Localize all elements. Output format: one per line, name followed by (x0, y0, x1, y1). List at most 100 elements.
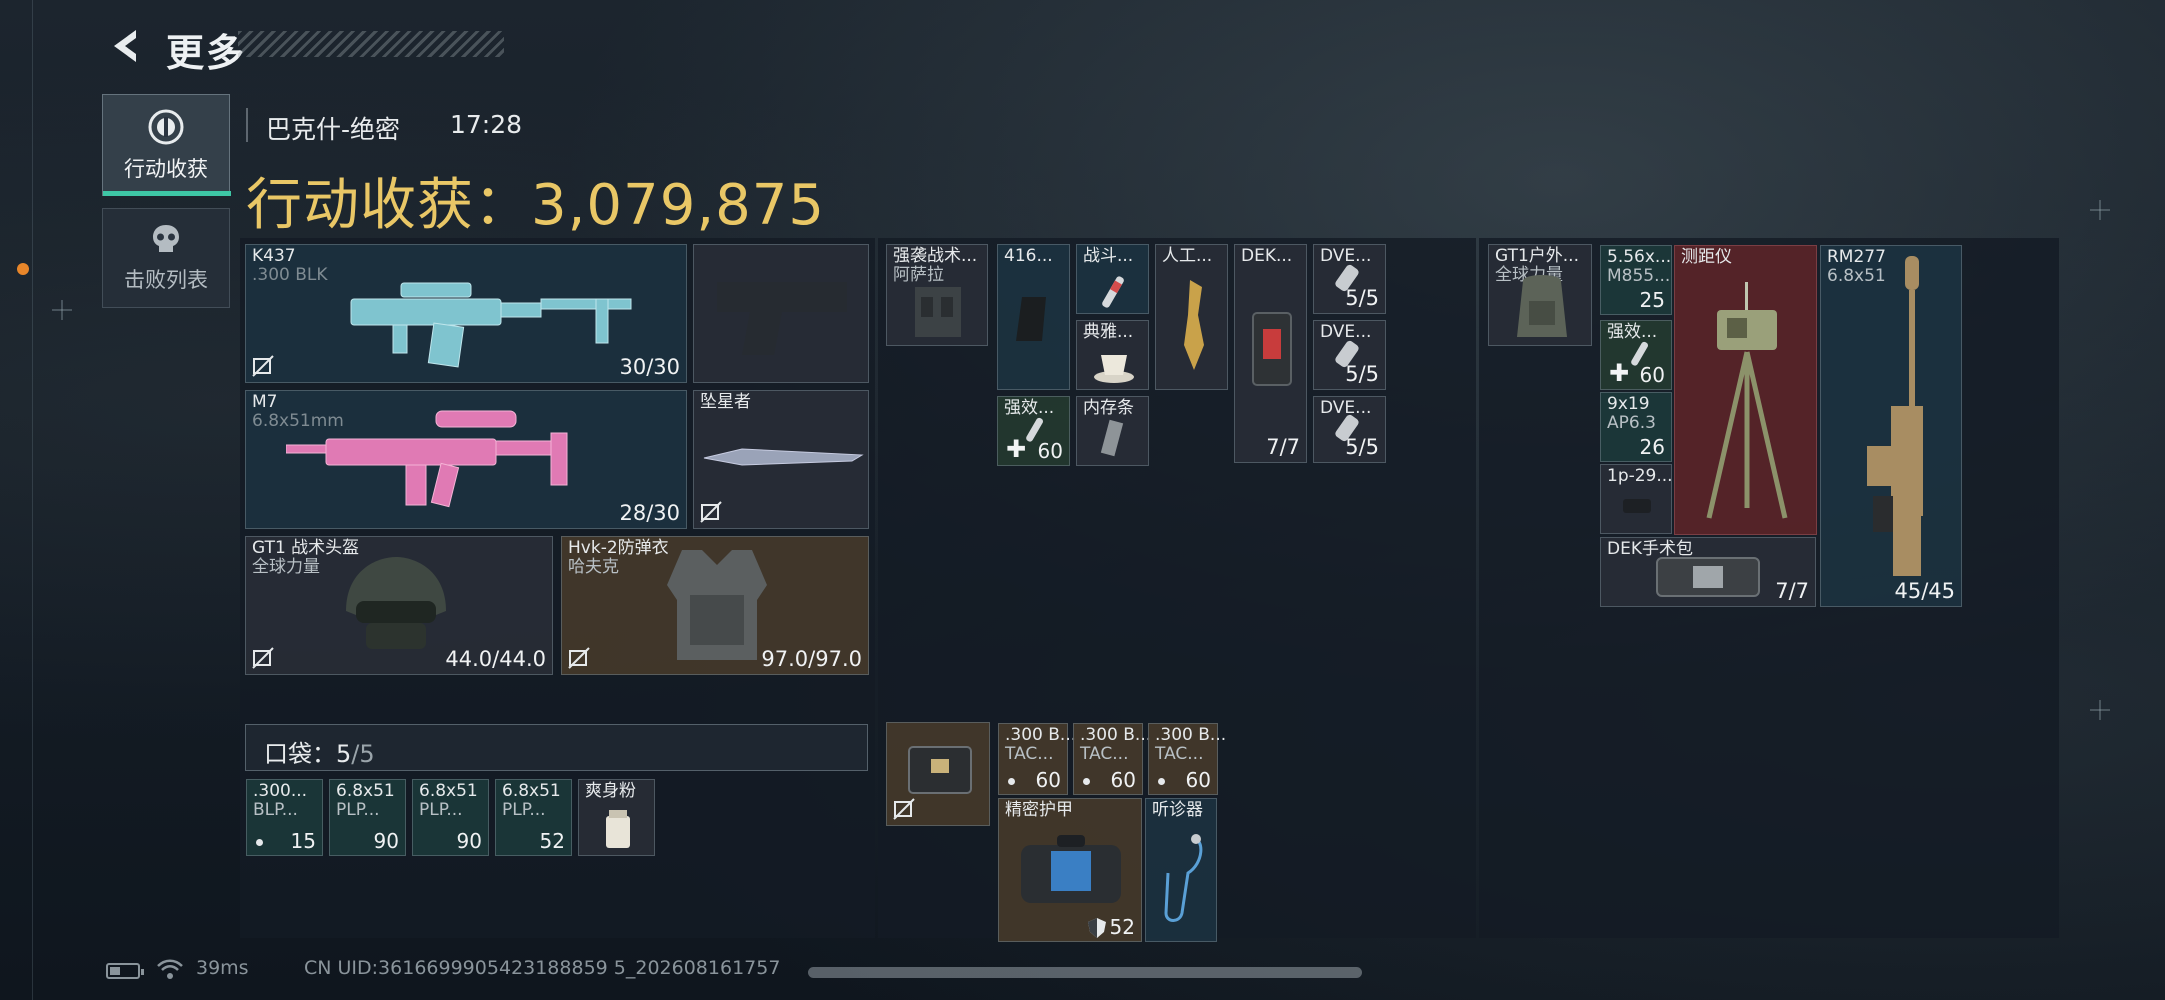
item-name: .300 B... (1005, 725, 1077, 745)
backpack-item[interactable]: 测距仪 (1674, 245, 1817, 535)
rig-item[interactable]: 416... (997, 244, 1070, 390)
pocket-item[interactable]: .300... BLP... 15 (246, 779, 323, 856)
durability: 97.0/97.0 (761, 647, 862, 671)
rig-item[interactable]: 人工... (1155, 244, 1228, 390)
injector-icon (1102, 276, 1124, 308)
rig-item[interactable]: 内存条 (1076, 396, 1149, 466)
tab-label: 击败列表 (124, 268, 208, 292)
pocket-item[interactable]: 爽身粉 (578, 779, 655, 856)
item-name: 精密护甲 (1005, 800, 1073, 820)
ammo-dot-icon (1008, 778, 1015, 785)
pocket-item[interactable]: 6.8x51 PLP... 90 (329, 779, 406, 856)
item-sub: M855... (1607, 266, 1671, 286)
melee-slot[interactable]: 坠星者 (693, 390, 869, 529)
item-count: 60 (1110, 768, 1136, 792)
target-icon (148, 109, 184, 145)
item-name: 战斗... (1083, 246, 1134, 266)
safebox-slot[interactable] (886, 722, 990, 826)
item-sub: PLP... (336, 800, 380, 820)
ammo-dot-icon (256, 839, 263, 846)
backpack-slot[interactable]: GT1户外... 全球力量 (1488, 244, 1592, 346)
safebox-icon (908, 746, 972, 794)
pistol-icon (717, 282, 847, 355)
vest-icon (667, 550, 767, 660)
item-name: M7 (252, 392, 278, 412)
back-button[interactable] (104, 24, 148, 68)
item-count: 15 (290, 829, 316, 853)
item-count: 60 (1185, 768, 1211, 792)
scope-icon (1623, 499, 1651, 513)
helmet-slot[interactable]: GT1 战术头盔 全球力量 44.0/44.0 (245, 536, 553, 675)
backpack-item[interactable]: 1p-29... (1600, 464, 1673, 534)
armor-slot[interactable]: Hvk-2防弹衣 哈夫克 97.0/97.0 (561, 536, 869, 675)
item-sub: BLP... (253, 800, 298, 820)
map-name: 巴克什-绝密 (266, 115, 401, 144)
item-count: 7/7 (1266, 435, 1300, 459)
teacup-icon (1094, 355, 1134, 383)
item-brand: 哈夫克 (568, 557, 619, 577)
safebox-item[interactable]: .300 B... TAC... 60 (998, 723, 1076, 795)
rig-item[interactable]: DEK... 7/7 (1234, 244, 1307, 463)
no-insure-icon (252, 647, 274, 669)
pocket-used: 5 (336, 740, 352, 768)
safebox-item[interactable]: 精密护甲 52 (998, 798, 1142, 942)
grip-icon (1016, 297, 1046, 341)
backpack-item[interactable]: 强效... ✚ 60 (1600, 320, 1672, 390)
crosshair-deco (52, 300, 72, 320)
backpack-item[interactable]: DEK手术包 7/7 (1600, 537, 1816, 607)
weapon-slot-primary[interactable]: K437 .300 BLK 30/30 (245, 244, 687, 383)
chevron-left-icon (114, 30, 136, 62)
rig-item[interactable]: 强效... ✚ 60 (997, 396, 1070, 466)
item-count: 7/7 (1775, 579, 1809, 603)
artifact-icon (1184, 280, 1204, 370)
tab-kill-list[interactable]: 击败列表 (102, 208, 230, 308)
item-count: 60 (1639, 363, 1665, 387)
item-sub: TAC... (1080, 744, 1129, 764)
pocket-item[interactable]: 6.8x51 PLP... 90 (412, 779, 489, 856)
backpack-item[interactable]: 9x19 AP6.3 26 (1600, 392, 1672, 462)
item-name: 强袭战术... (893, 246, 978, 266)
rig-item[interactable]: DVE... 5/5 (1313, 244, 1386, 314)
tab-haul[interactable]: 行动收获 (102, 94, 231, 196)
item-name: .300 B... (1155, 725, 1227, 745)
item-name: 典雅... (1083, 322, 1134, 342)
medical-plus-icon: ✚ (1609, 359, 1630, 387)
safebox-item[interactable]: .300 B... TAC... 60 (1148, 723, 1226, 795)
chest-rig-icon (915, 287, 961, 337)
item-count: 52 (539, 829, 565, 853)
item-sub: .300 BLK (252, 265, 328, 285)
weapon-slot-sidearm[interactable] (693, 244, 869, 383)
item-sub: TAC... (1155, 744, 1204, 764)
pocket-item[interactable]: 6.8x51 PLP... 52 (495, 779, 572, 856)
item-name: K437 (252, 246, 296, 266)
page-title: 更多 (166, 31, 247, 75)
ammo-dot-icon (1083, 778, 1090, 785)
rifle-icon (286, 410, 568, 508)
rig-item[interactable]: 典雅... (1076, 320, 1149, 390)
durability: 44.0/44.0 (445, 647, 546, 671)
item-count: 60 (1035, 768, 1061, 792)
item-count: 26 (1639, 435, 1665, 459)
safebox-item[interactable]: 听诊器 (1145, 798, 1217, 942)
item-name: 内存条 (1083, 398, 1134, 418)
backpack-item[interactable]: 5.56x... M855... 25 (1600, 245, 1672, 315)
item-count: 5/5 (1345, 362, 1379, 386)
weapon-slot-secondary[interactable]: M7 6.8x51mm 28/30 (245, 390, 687, 529)
item-count: 52 (1109, 915, 1135, 939)
rig-item[interactable]: 战斗... (1076, 244, 1149, 314)
safebox-item[interactable]: .300 B... TAC... 60 (1073, 723, 1151, 795)
item-count: 60 (1037, 439, 1063, 463)
backpack-item[interactable]: RM277 6.8x51 45/45 (1820, 245, 1962, 607)
rig-slot[interactable]: 强袭战术... 阿萨拉 (886, 244, 988, 346)
rig-item[interactable]: DVE... 5/5 (1313, 320, 1386, 390)
item-name: 5.56x... (1607, 247, 1672, 267)
item-sub: AP6.3 (1607, 413, 1656, 433)
item-sub: PLP... (502, 800, 546, 820)
ammo-count: 28/30 (619, 501, 680, 525)
item-sub: TAC... (1005, 744, 1054, 764)
edge-indicator-dot (17, 263, 29, 275)
rig-item[interactable]: DVE... 5/5 (1313, 396, 1386, 463)
horizontal-scrollbar[interactable] (808, 967, 1362, 978)
item-name: Hvk-2防弹衣 (568, 538, 669, 558)
pocket-label: 口袋： (264, 740, 336, 768)
